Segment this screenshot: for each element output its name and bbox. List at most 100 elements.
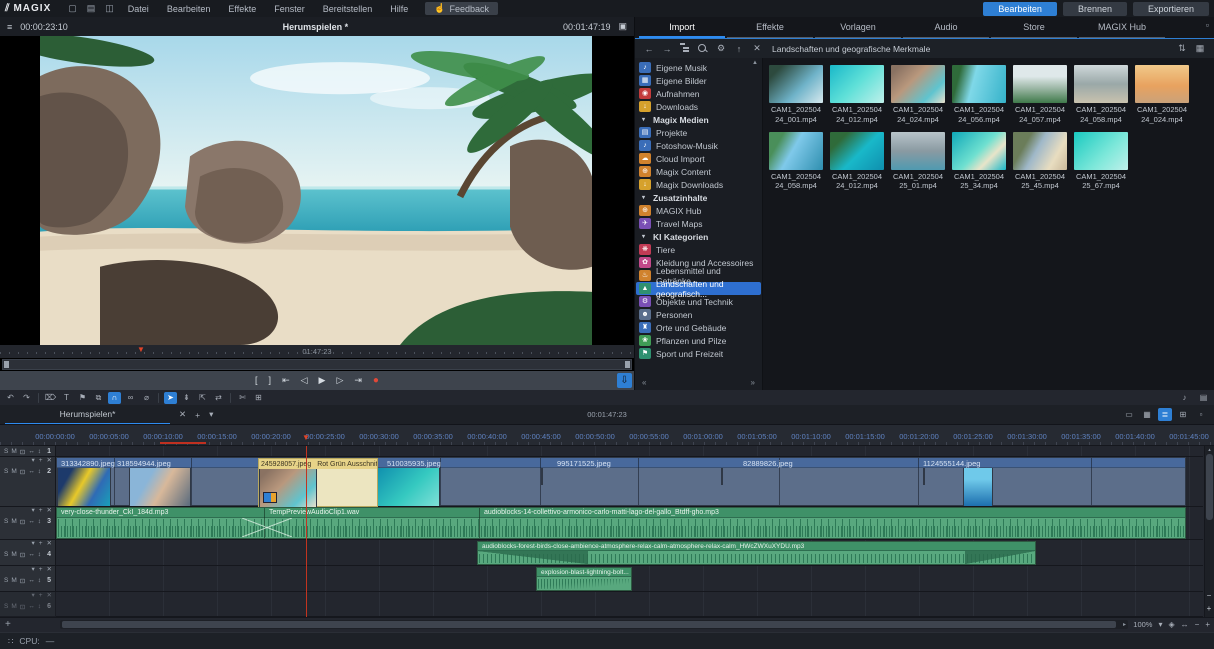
tree-item[interactable]: ❀ Pflanzen und Pilze (636, 334, 761, 347)
resize-h-icon[interactable]: ↔ (28, 468, 35, 475)
scroll-up-icon[interactable]: ▴ (1205, 447, 1214, 453)
track-collapse-icon[interactable]: ▾ (31, 593, 34, 601)
timeline-tool-icon[interactable]: ⧉ (92, 392, 105, 404)
timeline-view-icon[interactable]: ≣ (1158, 408, 1172, 421)
toolbar-icon[interactable]: ▦ (1195, 43, 1205, 54)
menu-item[interactable]: Fenster (265, 4, 314, 14)
range-start-handle[interactable] (4, 361, 9, 368)
video-monitor[interactable] (0, 36, 634, 345)
tree-item[interactable]: ↓ Downloads (636, 100, 761, 113)
tree-item[interactable]: ▲ Landschaften und geografisch... (636, 282, 761, 295)
audio-track-bar[interactable]: very-close-thunder_CkI_184d.mp3TempPrevi… (56, 507, 1186, 539)
import-to-timeline-button[interactable]: ⇩ (617, 373, 632, 388)
resize-v-icon[interactable]: ↕ (38, 577, 41, 584)
preview-range-bar[interactable] (2, 359, 632, 370)
toolbar-icon[interactable]: ↑ (734, 43, 744, 54)
lock-icon[interactable]: ⊡ (20, 577, 25, 585)
close-project-icon[interactable]: ✕ (179, 409, 186, 420)
range-end-handle[interactable] (625, 361, 630, 368)
audio-clip[interactable]: audioblocks-forest-birds-close-ambience-… (477, 541, 1036, 565)
tree-item[interactable]: ♪ Fotoshow-Musik (636, 139, 761, 152)
detach-preview-icon[interactable]: ▣ (618, 21, 627, 32)
window-icon[interactable]: ▤ (87, 3, 96, 13)
tree-item[interactable]: ⊕ MAGIX Hub (636, 204, 761, 217)
detach-panel-icon[interactable]: ▫ (1206, 20, 1209, 30)
fade-in-handle[interactable] (478, 551, 588, 564)
transport-button[interactable]: ] (269, 376, 272, 386)
zoom-control[interactable]: ◈ (1169, 620, 1175, 629)
track-height-button[interactable]: + (1207, 605, 1212, 613)
clip-thumbnail[interactable] (541, 468, 543, 485)
track-add-icon[interactable]: + (39, 567, 43, 575)
tree-item[interactable]: ☻ Personen (636, 308, 761, 321)
tree-item[interactable]: ☁ Cloud Import (636, 152, 761, 165)
resize-v-icon[interactable]: ↕ (38, 518, 41, 525)
tree-item[interactable]: ⚑ Sport und Freizeit (636, 347, 761, 360)
media-thumbnail[interactable]: CAM1_20250424_056.mp4 (952, 65, 1006, 125)
menu-item[interactable]: Bearbeiten (158, 4, 220, 14)
add-project-icon[interactable]: + (195, 410, 200, 420)
timeline-tool-icon[interactable]: ∩ (108, 392, 121, 404)
track-close-icon[interactable]: ✕ (47, 567, 52, 575)
track-collapse-icon[interactable]: ▾ (31, 567, 34, 575)
resize-h-icon[interactable]: ↔ (28, 577, 35, 584)
zoom-control[interactable]: ↔ (1181, 620, 1189, 629)
tree-item[interactable]: ▤ Projekte (636, 126, 761, 139)
media-thumbnail[interactable]: CAM1_20250425_01.mp4 (891, 132, 945, 192)
solo-button[interactable]: S (4, 603, 8, 610)
track-height-button[interactable]: − (1207, 592, 1212, 600)
media-pool-tab[interactable]: Audio (903, 19, 989, 38)
mute-button[interactable]: M (11, 448, 16, 455)
tree-item[interactable]: ▾ KI Kategorien (636, 230, 761, 243)
timeline-tool-icon[interactable]: ↷ (20, 392, 33, 404)
solo-button[interactable]: S (4, 468, 8, 475)
media-pool-tab[interactable]: Store (991, 19, 1077, 38)
timeline-tool-icon[interactable]: ⇟ (180, 392, 193, 404)
project-list-caret-icon[interactable]: ▾ (209, 409, 213, 420)
menu-item[interactable]: Datei (119, 4, 158, 14)
media-thumbnail[interactable]: CAM1_20250424_058.mp4 (769, 132, 823, 192)
track-lane-2[interactable]: 313342890.jpeg318594944.jpeg510035935.jp… (56, 457, 1203, 507)
menu-item[interactable]: Bereitstellen (314, 4, 382, 14)
tree-scroll-up-icon[interactable]: ▲ (752, 60, 758, 66)
mode-button[interactable]: Exportieren (1133, 2, 1209, 16)
playhead-line[interactable] (306, 446, 307, 617)
transport-button[interactable]: ⇤ (282, 376, 290, 386)
zoom-control[interactable]: + (1205, 620, 1210, 629)
mute-button[interactable]: M (11, 603, 16, 610)
track-add-icon[interactable]: + (39, 593, 43, 601)
clip-thumbnail[interactable] (129, 468, 191, 506)
solo-button[interactable]: S (4, 448, 8, 455)
media-thumbnail[interactable]: CAM1_20250425_45.mp4 (1013, 132, 1067, 192)
tree-item[interactable]: ✈ Travel Maps (636, 217, 761, 230)
project-tab[interactable]: Herumspielen* (5, 405, 170, 424)
timeline-tool-icon[interactable]: ⊞ (252, 392, 265, 404)
clip-thumbnail[interactable] (923, 468, 925, 485)
menu-item[interactable]: Hilfe (381, 4, 417, 14)
track-lane-4[interactable]: audioblocks-forest-birds-close-ambience-… (56, 540, 1203, 566)
tree-item[interactable]: ⊕ Magix Content (636, 165, 761, 178)
resize-v-icon[interactable]: ↕ (38, 448, 41, 455)
resize-v-icon[interactable]: ↕ (38, 468, 41, 475)
timeline-tool-icon[interactable]: ➤ (164, 392, 177, 404)
lock-icon[interactable]: ⊡ (20, 603, 25, 611)
media-thumbnail[interactable]: CAM1_20250424_001.mp4 (769, 65, 823, 125)
lock-icon[interactable]: ⊡ (20, 551, 25, 559)
toolbar-icon[interactable]: ⚙ (716, 43, 726, 54)
audio-clip[interactable]: explosion-blast-lightning-bolt... (536, 567, 632, 591)
toolbar-icon[interactable] (698, 43, 708, 53)
timeline-tool-icon[interactable]: ▤ (1197, 392, 1210, 404)
track-header[interactable]: ▾ + ✕ S M ⊡ ↔ ↕ 1 (0, 446, 56, 457)
timeline-tool-icon[interactable]: ⌀ (140, 392, 153, 404)
media-thumbnail[interactable]: CAM1_20250424_058.mp4 (1074, 65, 1128, 125)
timeline-view-icon[interactable]: ▭ (1122, 408, 1136, 421)
menu-item[interactable]: Effekte (219, 4, 265, 14)
track-close-icon[interactable]: ✕ (47, 593, 52, 601)
window-icon[interactable]: ◫ (105, 3, 114, 13)
scroll-right-icon[interactable]: ▸ (1123, 621, 1126, 628)
track-lane-3[interactable]: very-close-thunder_CkI_184d.mp3TempPrevi… (56, 507, 1203, 540)
crossfade-marker[interactable] (242, 518, 292, 537)
track-lane-6[interactable] (56, 592, 1203, 617)
tree-item[interactable]: ❋ Tiere (636, 243, 761, 256)
zoom-control[interactable]: ▾ (1158, 620, 1162, 629)
